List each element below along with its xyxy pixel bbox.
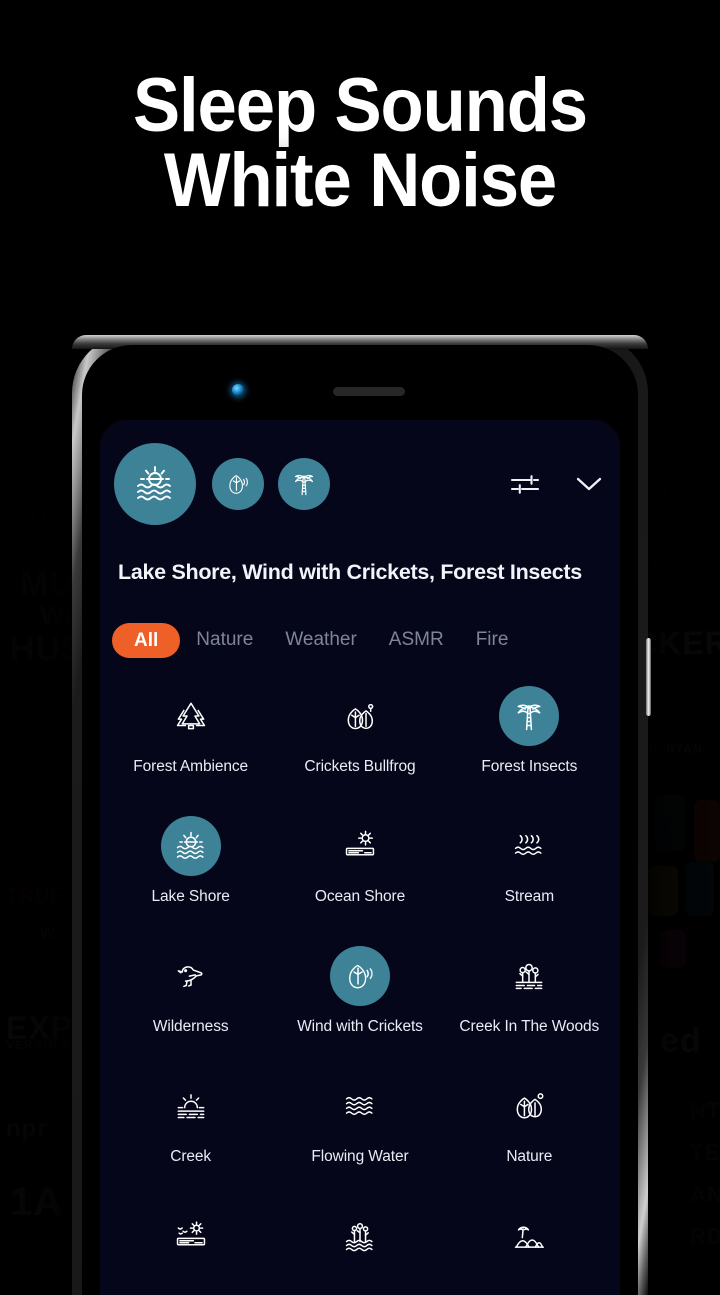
sound-tile[interactable]: Forest Ambience bbox=[106, 676, 275, 806]
mixer-sliders-icon[interactable] bbox=[508, 467, 542, 501]
sound-tile-label: Creek bbox=[170, 1148, 212, 1165]
active-sound-chip[interactable] bbox=[114, 443, 196, 525]
leaves-cricket-icon bbox=[330, 686, 390, 746]
sound-tile-label: Stream bbox=[504, 888, 554, 905]
app-screen: Lake Shore, Wind with Crickets, Forest I… bbox=[100, 420, 620, 1295]
sunset-water-icon bbox=[161, 1076, 221, 1136]
active-sound-chip[interactable] bbox=[212, 458, 264, 510]
now-playing-title: Lake Shore, Wind with Crickets, Forest I… bbox=[118, 560, 582, 584]
category-tab-asmr[interactable]: ASMR bbox=[373, 629, 460, 651]
sound-tile[interactable] bbox=[275, 1196, 444, 1295]
category-tab-weather[interactable]: Weather bbox=[269, 629, 372, 651]
phone-side-button[interactable] bbox=[646, 638, 651, 716]
leaf-wind-icon bbox=[329, 946, 390, 1006]
sound-tile-label: Nature bbox=[506, 1148, 553, 1165]
leaves-moon-icon bbox=[499, 1076, 559, 1136]
sun-over-waves-icon bbox=[131, 460, 179, 508]
sound-tile[interactable]: Nature bbox=[445, 1066, 614, 1196]
sounds-grid: Forest Ambience Crickets Bullfrog Forest… bbox=[100, 676, 620, 1295]
sound-tile[interactable]: Creek In The Woods bbox=[445, 936, 614, 1066]
palm-tree-icon bbox=[499, 686, 560, 746]
promo-headline: Sleep Sounds White Noise bbox=[25, 68, 695, 224]
front-camera-icon bbox=[232, 384, 244, 396]
sound-tile[interactable]: Lake Shore bbox=[106, 806, 275, 936]
sound-tile[interactable] bbox=[445, 1196, 614, 1295]
sound-tile[interactable]: Ocean Shore bbox=[275, 806, 444, 936]
birds-sun-beach-icon bbox=[161, 1206, 221, 1266]
sound-tile[interactable]: Stream bbox=[445, 806, 614, 936]
pine-trees-icon bbox=[161, 686, 221, 746]
sound-tile-label: Flowing Water bbox=[311, 1148, 409, 1165]
sound-tile[interactable] bbox=[106, 1196, 275, 1295]
sun-over-beach-icon bbox=[330, 816, 390, 876]
sound-tile[interactable]: Crickets Bullfrog bbox=[275, 676, 444, 806]
chevron-down-icon[interactable] bbox=[572, 467, 606, 501]
leaf-wind-icon bbox=[223, 469, 253, 499]
water-waves-icon bbox=[330, 1076, 390, 1136]
sound-tile[interactable]: Flowing Water bbox=[275, 1066, 444, 1196]
headline-line-1: Sleep Sounds bbox=[133, 63, 588, 148]
category-tab-all[interactable]: All bbox=[112, 622, 181, 658]
phone-notch-area bbox=[82, 345, 638, 403]
headline-line-2: White Noise bbox=[163, 138, 557, 224]
earpiece-speaker-icon bbox=[333, 387, 405, 396]
palm-tree-icon bbox=[289, 469, 319, 499]
sound-tile-label: Forest Insects bbox=[481, 758, 578, 775]
category-tab-fire[interactable]: Fire bbox=[460, 629, 525, 651]
sound-tile[interactable]: Wind with Crickets bbox=[275, 936, 444, 1066]
active-sound-chip[interactable] bbox=[278, 458, 330, 510]
active-sounds-bar bbox=[100, 420, 620, 548]
sound-tile[interactable]: Wilderness bbox=[106, 936, 275, 1066]
sound-tile-label: Wilderness bbox=[152, 1018, 229, 1035]
sound-tile-label: Wind with Crickets bbox=[297, 1018, 423, 1035]
category-tabs: All Nature Weather ASMR Fire bbox=[112, 620, 612, 660]
sound-tile[interactable]: Forest Insects bbox=[445, 676, 614, 806]
category-tab-nature[interactable]: Nature bbox=[180, 629, 269, 651]
sound-tile-label: Crickets Bullfrog bbox=[304, 758, 416, 775]
sound-tile-label: Ocean Shore bbox=[314, 888, 406, 905]
sun-over-waves-icon bbox=[160, 816, 221, 876]
phone-mockup: Lake Shore, Wind with Crickets, Forest I… bbox=[72, 335, 651, 1295]
sound-tile-label: Forest Ambience bbox=[133, 758, 249, 775]
bird-icon bbox=[161, 946, 221, 1006]
steam-waves-icon bbox=[499, 816, 559, 876]
trees-creek-icon bbox=[499, 946, 559, 1006]
sound-tile-label: Lake Shore bbox=[151, 888, 230, 905]
sound-tile[interactable]: Creek bbox=[106, 1066, 275, 1196]
sound-tile-label: Creek In The Woods bbox=[459, 1018, 600, 1035]
phone-bezel: Lake Shore, Wind with Crickets, Forest I… bbox=[82, 345, 638, 1295]
hills-palm-icon bbox=[499, 1206, 559, 1266]
reeds-water-icon bbox=[330, 1206, 390, 1266]
